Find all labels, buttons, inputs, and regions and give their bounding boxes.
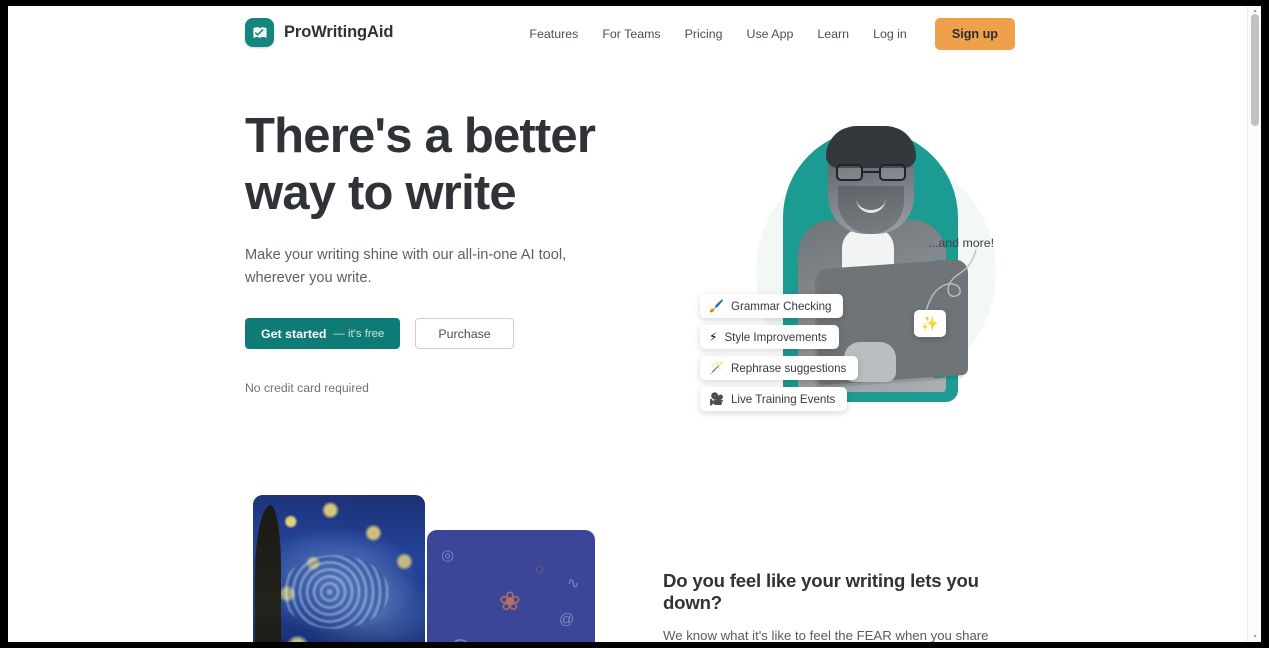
feature-chip-rephrase-suggestions: 🪄 Rephrase suggestions: [700, 356, 859, 380]
feature-chip-live-training-events: 🎥 Live Training Events: [700, 387, 848, 411]
glasses-left-lens: [836, 164, 863, 181]
browser-viewport: ProWritingAid Features For Teams Pricing…: [8, 6, 1261, 642]
hero-section: There's a better way to write Make your …: [8, 62, 1247, 482]
section-two-title: Do you feel like your writing lets you d…: [663, 570, 979, 613]
blue-doodle-panel: ◎ ◌ ∿ ❀ @ ◎ @: [427, 530, 595, 642]
feature-chip-label: Rephrase suggestions: [730, 361, 847, 375]
section-two-copy: Do you feel like your writing lets you d…: [663, 570, 1023, 642]
purchase-button[interactable]: Purchase: [415, 318, 514, 349]
get-started-label: Get started: [261, 326, 327, 341]
hero-copy: There's a better way to write Make your …: [245, 108, 645, 395]
hero-title: There's a better way to write: [245, 109, 596, 220]
lightning-bolt-icon: ⚡: [709, 330, 718, 344]
section-two-body: We know what it's like to feel the FEAR …: [663, 628, 989, 642]
glasses-right-lens: [879, 164, 906, 181]
magic-wand-icon: 🪄: [709, 361, 724, 375]
doodle-spiral: ◎: [441, 547, 455, 564]
nav-link-learn[interactable]: Learn: [805, 21, 861, 47]
feature-chip-label: Style Improvements: [724, 330, 827, 344]
get-started-button[interactable]: Get started — it's free: [245, 318, 401, 349]
starry-night-swirl: [281, 555, 389, 629]
feature-chip-label: Grammar Checking: [730, 299, 832, 313]
starry-night-image: My idea in my head: [253, 495, 425, 642]
doodle-orange-blob: ❀: [499, 586, 521, 616]
scroll-down-arrow[interactable]: ▾: [1252, 634, 1258, 640]
section-two-illustration: ◎ ◌ ∿ ❀ @ ◎ @ My idea in my head: [245, 495, 595, 642]
brand-logo-link[interactable]: ProWritingAid: [245, 18, 393, 47]
main-navigation: Features For Teams Pricing Use App Learn…: [517, 18, 1015, 50]
nav-link-use-app[interactable]: Use App: [735, 21, 806, 47]
no-credit-card-note: No credit card required: [245, 381, 369, 395]
book-logo-icon: [245, 18, 274, 47]
sign-up-button[interactable]: Sign up: [934, 18, 1015, 50]
site-header: ProWritingAid Features For Teams Pricing…: [8, 6, 1247, 62]
doodle-big-spiral: ◎: [449, 634, 472, 642]
brand-name: ProWritingAid: [284, 23, 394, 41]
hero-subtitle: Make your writing shine with our all-in-…: [245, 247, 567, 286]
nav-link-log-in[interactable]: Log in: [861, 21, 919, 47]
doodle-squiggle: ∿: [567, 575, 580, 592]
scrollbar-thumb[interactable]: [1251, 14, 1259, 126]
starry-night-cypress-tree: [255, 505, 281, 642]
doodle-orange-mark: ◌: [535, 561, 544, 578]
sparkle-badge: ✨: [914, 310, 946, 337]
movie-camera-icon: 🎥: [709, 392, 724, 406]
glasses-bridge: [863, 171, 879, 174]
browser-window-frame: ProWritingAid Features For Teams Pricing…: [0, 0, 1269, 648]
nav-link-for-teams[interactable]: For Teams: [590, 21, 672, 47]
writing-lets-you-down-section: ◎ ◌ ∿ ❀ @ ◎ @ My idea in my head: [8, 482, 1247, 642]
person-hair: [826, 126, 916, 168]
nav-link-pricing[interactable]: Pricing: [673, 21, 735, 47]
pen-icon: 🖌️: [709, 299, 724, 313]
feature-chip-style-improvements: ⚡ Style Improvements: [700, 325, 839, 349]
hero-illustration: 🖌️ Grammar Checking ⚡ Style Improvements…: [668, 112, 1028, 442]
sparkles-icon: ✨: [921, 315, 939, 331]
person-glasses: [836, 164, 906, 181]
doodle-curl: @: [559, 611, 575, 628]
feature-chip-label: Live Training Events: [730, 392, 836, 406]
web-page: ProWritingAid Features For Teams Pricing…: [8, 6, 1247, 642]
vertical-scrollbar[interactable]: ▴ ▾: [1247, 6, 1261, 642]
hero-cta-group: Get started — it's free Purchase: [245, 318, 645, 349]
get-started-sublabel: — it's free: [333, 327, 385, 340]
feature-chip-grammar-checking: 🖌️ Grammar Checking: [700, 294, 844, 318]
nav-link-features[interactable]: Features: [517, 21, 590, 47]
